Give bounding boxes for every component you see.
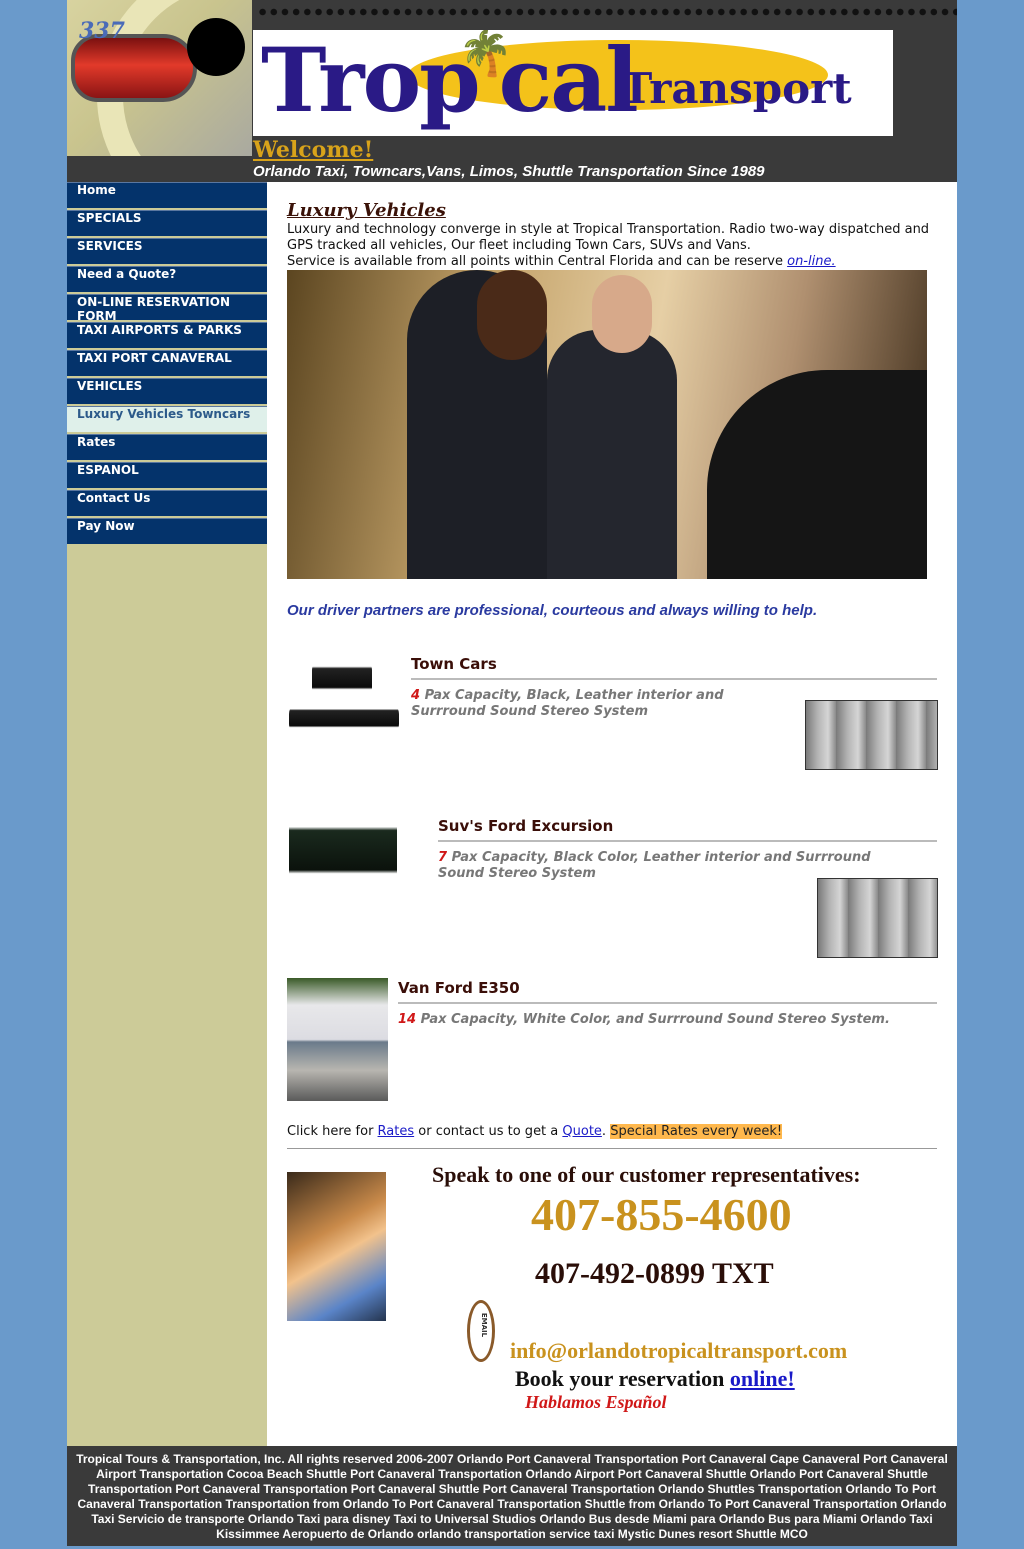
vehicle-name: Town Cars (411, 655, 497, 673)
phone-number[interactable]: 407-855-4600 (531, 1188, 792, 1241)
page-wrapper: 337 🌴 Trop cal Transport Welcome! Orlando… (67, 0, 957, 1549)
driver-message: Our driver partners are professional, co… (287, 602, 818, 619)
online-link[interactable]: on-line. (787, 254, 835, 269)
welcome-heading: Welcome! (253, 137, 374, 163)
section-divider (287, 1148, 937, 1149)
vehicle-divider (438, 840, 937, 842)
hero-photo-drivers (287, 270, 927, 579)
email-icon: EMAIL (467, 1300, 495, 1362)
decorative-circle (187, 18, 245, 76)
main-content: Luxury Vehicles Luxury and technology co… (267, 182, 957, 1446)
sidebar-nav: Home SPECIALS SERVICES Need a Quote? ON-… (67, 182, 267, 1446)
rates-mid-text: or contact us to get a (414, 1124, 563, 1139)
vehicle-description: 7 Pax Capacity, Black Color, Leather int… (438, 850, 871, 881)
van-image (287, 978, 388, 1101)
town-car-interior-image (805, 700, 938, 770)
nav-vehicles[interactable]: VEHICLES (67, 378, 267, 404)
photo-driver-2-head (592, 275, 652, 353)
vehicle-divider (398, 1002, 937, 1004)
nav-online-reservation[interactable]: ON-LINE RESERVATION FORM (67, 294, 267, 323)
taxi-number: 337 (79, 18, 125, 44)
logo-text: Trop cal (261, 30, 639, 132)
nav-luxury-vehicles[interactable]: Luxury Vehicles Towncars (67, 406, 267, 432)
taxi-lamp (71, 34, 197, 102)
nav-espanol[interactable]: ESPANOL (67, 462, 267, 488)
vehicle-name: Van Ford E350 (398, 979, 520, 997)
nav-taxi-port-canaveral[interactable]: TAXI PORT CANAVERAL (67, 350, 267, 376)
town-car-side-image (289, 702, 399, 736)
site-header: 337 🌴 Trop cal Transport Welcome! Orlando… (67, 0, 957, 182)
nav-services[interactable]: SERVICES (67, 238, 267, 264)
suv-interior-image (817, 878, 938, 958)
nav-pay-now[interactable]: Pay Now (67, 518, 267, 544)
vehicle-name: Suv's Ford Excursion (438, 817, 614, 835)
town-car-front-image (312, 658, 372, 700)
special-rates-badge: Special Rates every week! (610, 1124, 783, 1139)
text-phone-number[interactable]: 407-492-0899 TXT (535, 1257, 774, 1291)
rates-pre-text: Click here for (287, 1124, 378, 1139)
site-logo[interactable]: 🌴 Trop cal Transport (253, 30, 893, 136)
vehicle-description: 14 Pax Capacity, White Color, and Surrro… (398, 1012, 890, 1027)
intro-service: Service is available from all points wit… (287, 254, 788, 269)
hablamos-espanol: Hablamos Español (525, 1392, 667, 1412)
nav-rates[interactable]: Rates (67, 434, 267, 460)
rates-post-text: . (601, 1124, 611, 1139)
nav-need-quote[interactable]: Need a Quote? (67, 266, 267, 292)
rates-link[interactable]: Rates (378, 1124, 415, 1139)
vehicle-description: 4 Pax Capacity, Black, Leather interior … (411, 688, 724, 719)
vehicle-divider (411, 678, 937, 680)
photo-car-door (707, 370, 927, 579)
nav-taxi-airports-parks[interactable]: TAXI AIRPORTS & PARKS (67, 322, 267, 348)
customer-rep-image (287, 1172, 386, 1321)
site-footer: Tropical Tours & Transportation, Inc. Al… (67, 1446, 957, 1546)
book-reservation: Book your reservation online! (515, 1366, 795, 1392)
logo-transport-text: Transport (621, 64, 852, 113)
rates-quote-line: Click here for Rates or contact us to ge… (287, 1124, 783, 1139)
nav-home[interactable]: Home (67, 182, 267, 208)
photo-driver-2 (547, 330, 677, 579)
online-reservation-link[interactable]: online! (730, 1366, 795, 1391)
intro-text: Luxury and technology converge in style … (287, 222, 937, 270)
nav-contact-us[interactable]: Contact Us (67, 490, 267, 516)
nav-specials[interactable]: SPECIALS (67, 210, 267, 236)
page-title: Luxury Vehicles (287, 200, 446, 221)
intro-paragraph: Luxury and technology converge in style … (287, 222, 930, 253)
dotted-border (257, 7, 957, 17)
book-text: Book your reservation (515, 1366, 730, 1391)
email-address[interactable]: info@orlandotropicaltransport.com (510, 1338, 847, 1364)
photo-driver-1-head (477, 270, 547, 360)
speak-heading: Speak to one of our customer representat… (432, 1162, 861, 1187)
suv-image (289, 816, 397, 888)
tagline: Orlando Taxi, Towncars,Vans, Limos, Shut… (253, 163, 765, 180)
quote-link[interactable]: Quote (562, 1124, 602, 1139)
